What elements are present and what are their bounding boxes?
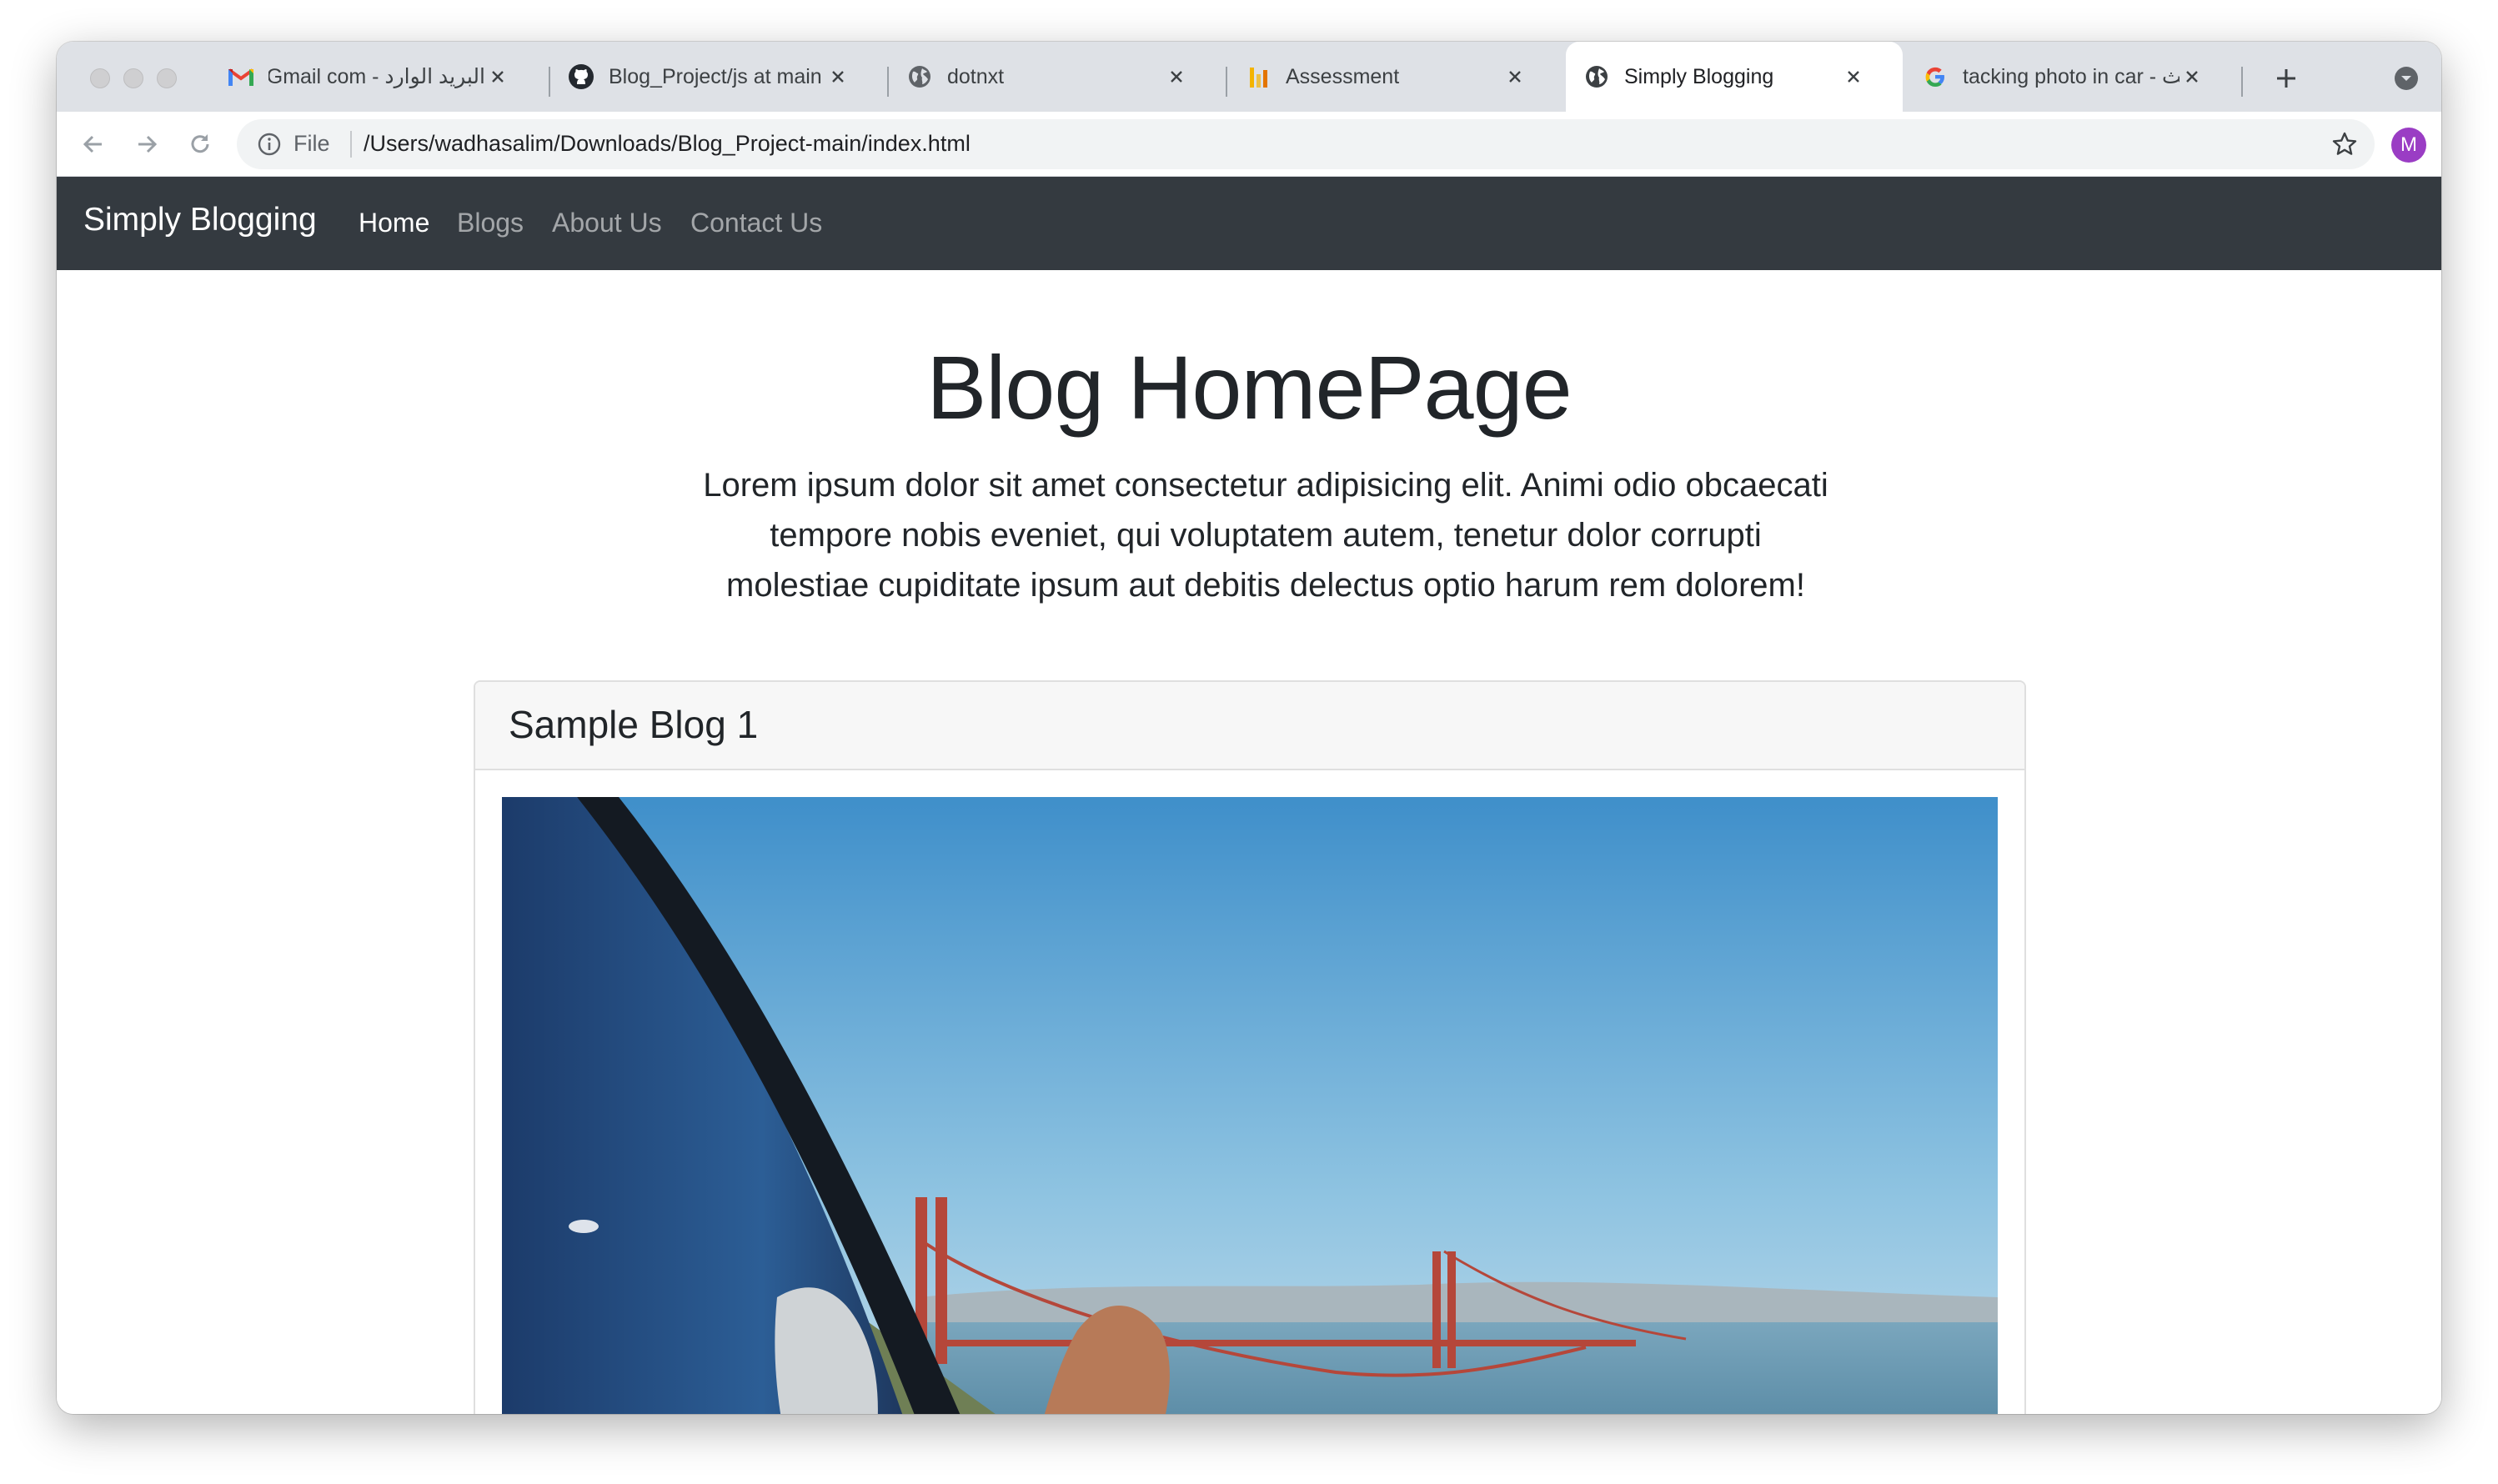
gmail-icon <box>227 63 255 91</box>
tab-simply-blogging[interactable]: Simply Blogging <box>1566 42 1903 112</box>
address-bar[interactable]: File /Users/wadhasalim/Downloads/Blog_Pr… <box>237 119 2375 169</box>
browser-window: البريد الوارد - Gmail com. Blog_Project/… <box>57 42 2441 1414</box>
profile-avatar[interactable]: M <box>2391 128 2426 163</box>
url-text[interactable]: /Users/wadhasalim/Downloads/Blog_Project… <box>364 131 971 157</box>
page-title: Blog HomePage <box>926 337 1572 438</box>
plus-icon[interactable] <box>2270 62 2303 95</box>
window-minimize-button[interactable] <box>123 68 143 88</box>
tab-github[interactable]: Blog_Project/js at main · w <box>550 42 887 112</box>
globe-icon <box>1583 63 1611 91</box>
close-icon[interactable] <box>485 64 510 89</box>
forward-arrow-icon[interactable] <box>130 128 163 161</box>
tab-title: البريد الوارد - Gmail com. <box>268 65 485 88</box>
close-icon[interactable] <box>825 64 850 89</box>
nav-link-contact-us[interactable]: Contact Us <box>690 208 822 238</box>
tab-title: Assessment <box>1286 64 1400 88</box>
tab-assessment[interactable]: Assessment <box>1227 42 1564 112</box>
tab-dotnxt[interactable]: dotnxt <box>889 42 1226 112</box>
site-brand[interactable]: Simply Blogging <box>83 202 317 238</box>
site-navbar: Simply Blogging Home Blogs About Us Cont… <box>57 177 2441 270</box>
scheme-label: File <box>293 131 330 156</box>
tab-gmail[interactable]: البريد الوارد - Gmail com. <box>210 42 549 112</box>
window-zoom-button[interactable] <box>157 68 177 88</box>
blog-card-header: Sample Blog 1 <box>475 682 2024 770</box>
tab-title: Simply Blogging <box>1624 64 1774 88</box>
window-close-button[interactable] <box>90 68 110 88</box>
page-lead-text: Lorem ipsum dolor sit amet consectetur a… <box>703 467 1828 604</box>
chevron-down-circle-icon[interactable] <box>2393 65 2420 92</box>
info-icon[interactable] <box>255 130 283 158</box>
tab-strip: البريد الوارد - Gmail com. Blog_Project/… <box>57 42 2441 112</box>
address-separator <box>350 131 352 158</box>
reload-icon[interactable] <box>183 128 217 161</box>
close-icon[interactable] <box>1841 64 1866 89</box>
nav-link-blogs[interactable]: Blogs <box>457 208 524 238</box>
tab-title: Blog_Project/js at main · w <box>609 64 825 88</box>
bar-chart-icon <box>1244 63 1272 91</box>
blog-card: Sample Blog 1 <box>474 680 2026 1414</box>
page-viewport: Simply Blogging Home Blogs About Us Cont… <box>57 177 2441 1414</box>
github-icon <box>567 63 595 91</box>
blog-card-title: Sample Blog 1 <box>509 703 759 746</box>
tab-title: dotnxt <box>947 64 1005 88</box>
close-icon[interactable] <box>1502 64 1527 89</box>
close-icon[interactable] <box>1164 64 1189 89</box>
tab-google-search[interactable]: tacking photo in car - بحث <box>1904 42 2241 112</box>
close-icon[interactable] <box>2179 64 2205 89</box>
star-icon[interactable] <box>2330 129 2360 159</box>
google-icon <box>1921 63 1949 91</box>
tab-title: tacking photo in car - بحث <box>1963 65 2179 88</box>
tab-separator <box>2241 67 2243 97</box>
globe-icon <box>905 63 934 91</box>
nav-link-home[interactable]: Home <box>359 208 429 238</box>
back-arrow-icon[interactable] <box>77 128 110 161</box>
nav-link-about-us[interactable]: About Us <box>552 208 662 238</box>
browser-toolbar: File /Users/wadhasalim/Downloads/Blog_Pr… <box>57 112 2441 177</box>
blog-card-image <box>502 797 1998 1414</box>
